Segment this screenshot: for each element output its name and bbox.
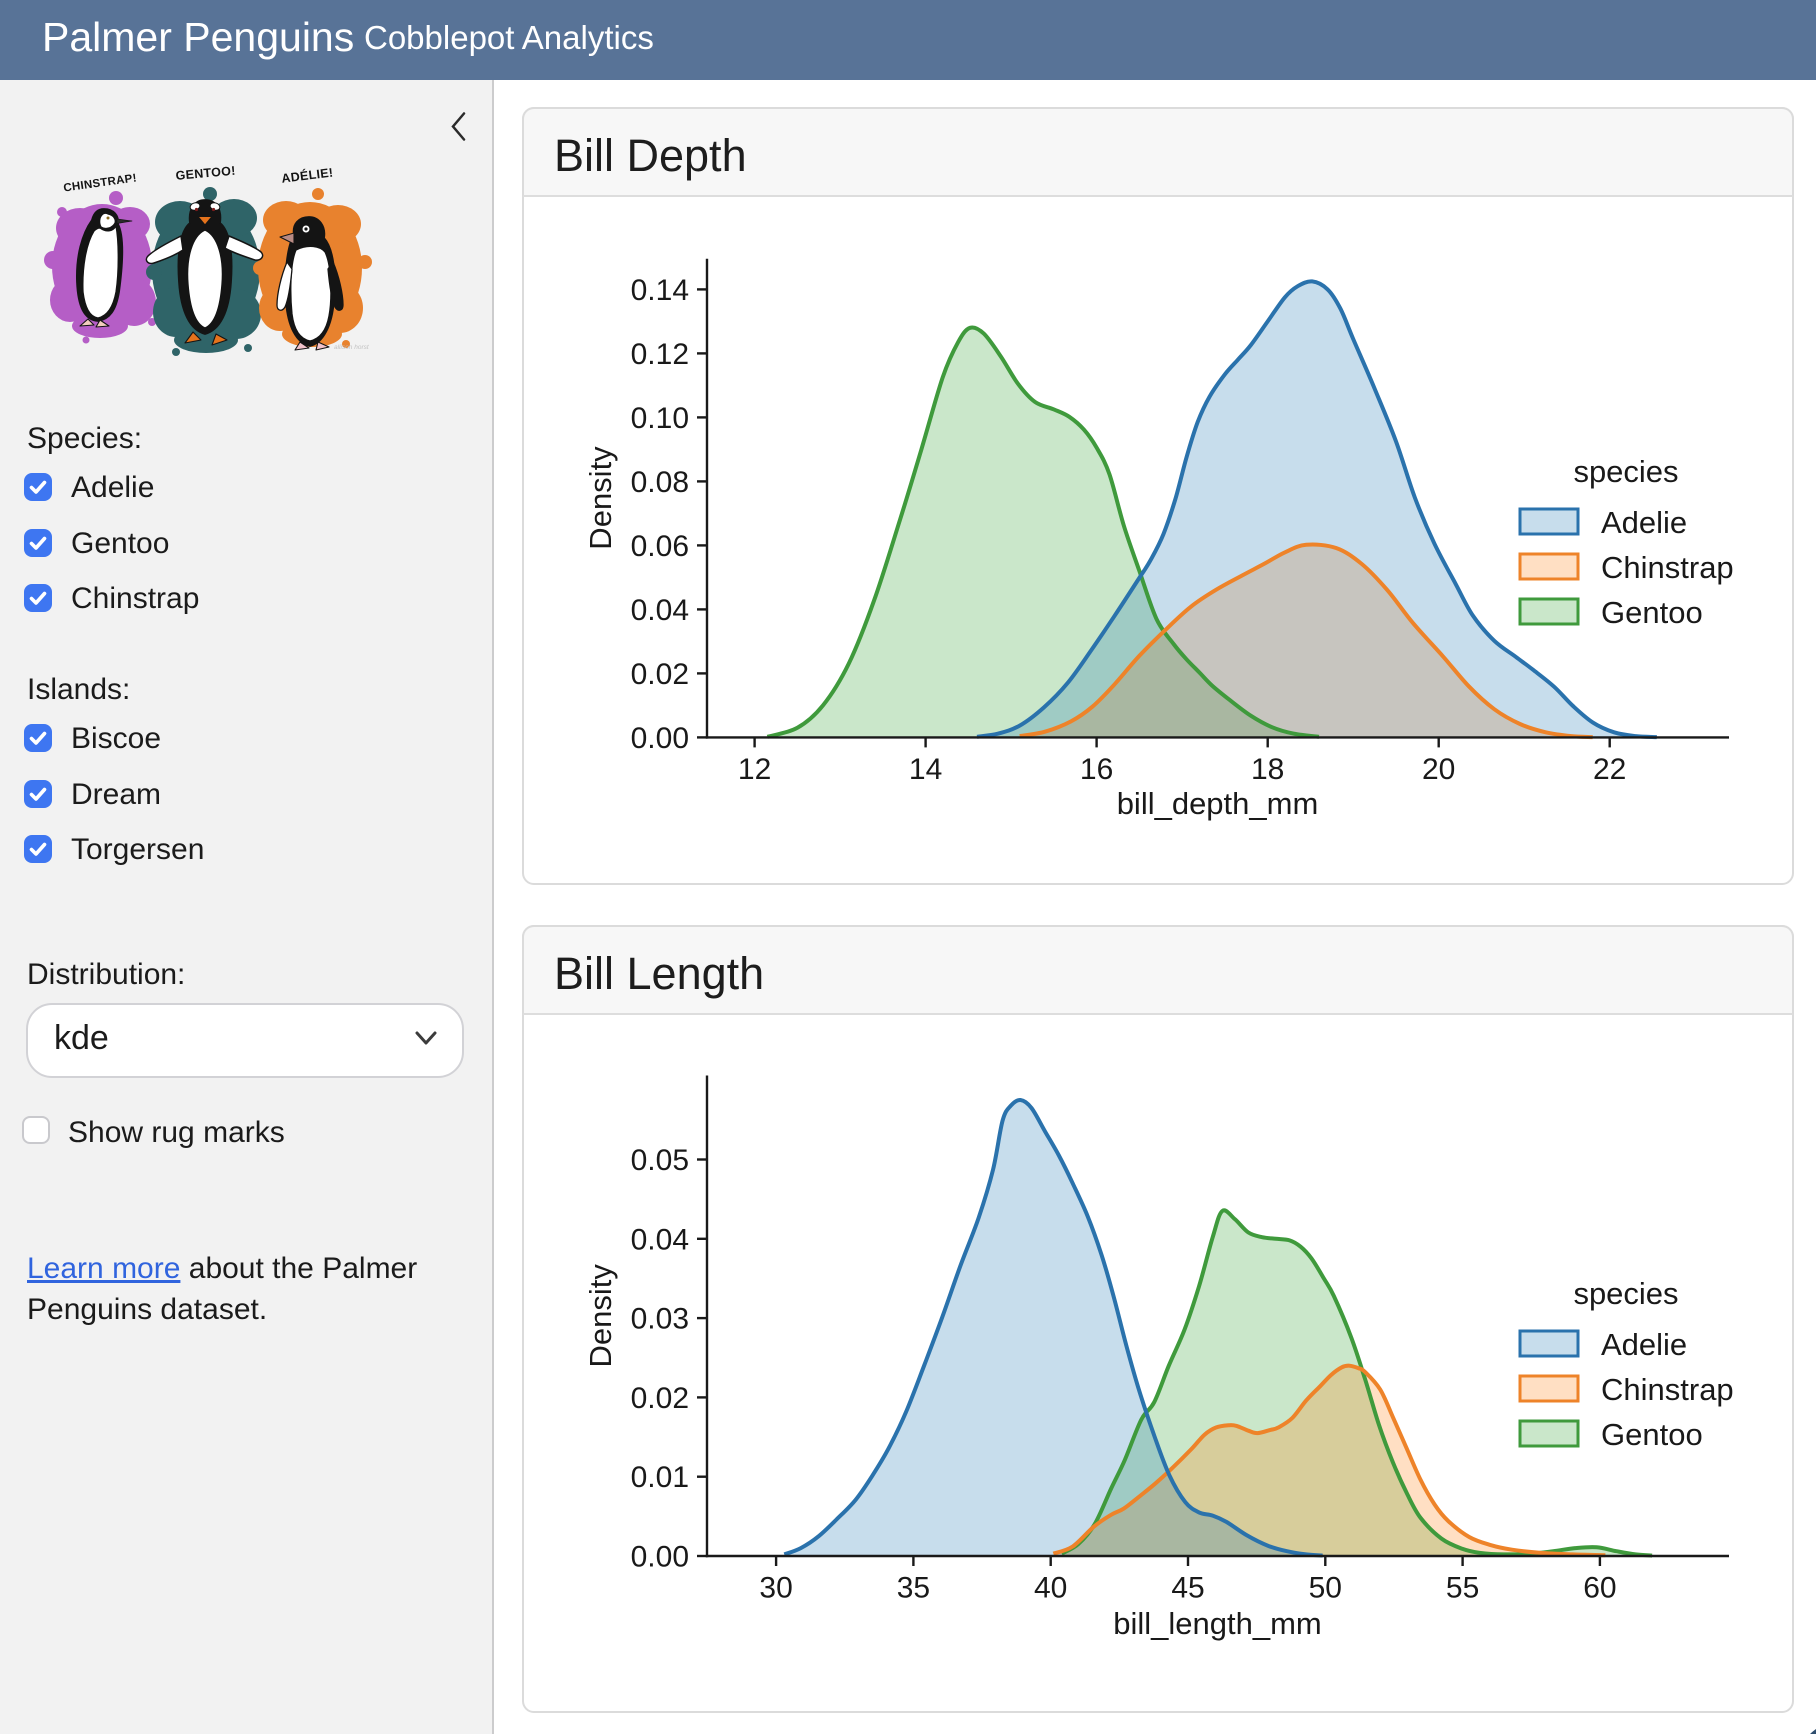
svg-text:0.10: 0.10 <box>631 402 689 435</box>
svg-text:50: 50 <box>1309 1572 1342 1605</box>
svg-text:bill_length_mm: bill_length_mm <box>1113 1606 1322 1641</box>
svg-text:0.12: 0.12 <box>631 338 689 371</box>
svg-text:20: 20 <box>1422 753 1455 786</box>
svg-text:22: 22 <box>1593 753 1626 786</box>
svg-text:species: species <box>1573 454 1678 489</box>
svg-text:0.03: 0.03 <box>631 1303 689 1336</box>
svg-text:GENTOO!: GENTOO! <box>175 164 236 183</box>
svg-text:45: 45 <box>1171 1572 1204 1605</box>
svg-text:35: 35 <box>897 1572 930 1605</box>
svg-text:30: 30 <box>759 1572 792 1605</box>
svg-text:40: 40 <box>1034 1572 1067 1605</box>
svg-text:0.01: 0.01 <box>631 1461 689 1494</box>
svg-text:0.05: 0.05 <box>631 1144 689 1177</box>
svg-text:Adelie: Adelie <box>1601 1327 1687 1362</box>
svg-text:55: 55 <box>1446 1572 1479 1605</box>
svg-text:0.06: 0.06 <box>631 530 689 563</box>
svg-text:Chinstrap: Chinstrap <box>1601 550 1734 585</box>
svg-text:bill_depth_mm: bill_depth_mm <box>1117 786 1319 821</box>
svg-text:0.02: 0.02 <box>631 1382 689 1415</box>
svg-text:0.00: 0.00 <box>631 1541 689 1574</box>
svg-text:0.04: 0.04 <box>631 594 689 627</box>
svg-text:0.08: 0.08 <box>631 466 689 499</box>
svg-text:18: 18 <box>1251 753 1284 786</box>
svg-text:Chinstrap: Chinstrap <box>1601 1372 1734 1407</box>
svg-text:0.04: 0.04 <box>631 1223 689 1256</box>
svg-text:0.00: 0.00 <box>631 722 689 755</box>
svg-text:species: species <box>1573 1276 1678 1311</box>
svg-text:Density: Density <box>583 446 618 550</box>
svg-text:allison horst: allison horst <box>334 344 370 351</box>
svg-text:14: 14 <box>909 753 942 786</box>
svg-text:Adelie: Adelie <box>1601 505 1687 540</box>
svg-text:Gentoo: Gentoo <box>1601 595 1703 630</box>
svg-text:Density: Density <box>583 1264 618 1368</box>
svg-text:Gentoo: Gentoo <box>1601 1417 1703 1452</box>
svg-text:12: 12 <box>738 753 771 786</box>
svg-text:60: 60 <box>1583 1572 1616 1605</box>
svg-text:ADÉLIE!: ADÉLIE! <box>281 164 335 185</box>
svg-text:CHINSTRAP!: CHINSTRAP! <box>63 172 138 194</box>
svg-text:0.02: 0.02 <box>631 658 689 691</box>
svg-text:0.14: 0.14 <box>631 274 689 307</box>
svg-text:16: 16 <box>1080 753 1113 786</box>
